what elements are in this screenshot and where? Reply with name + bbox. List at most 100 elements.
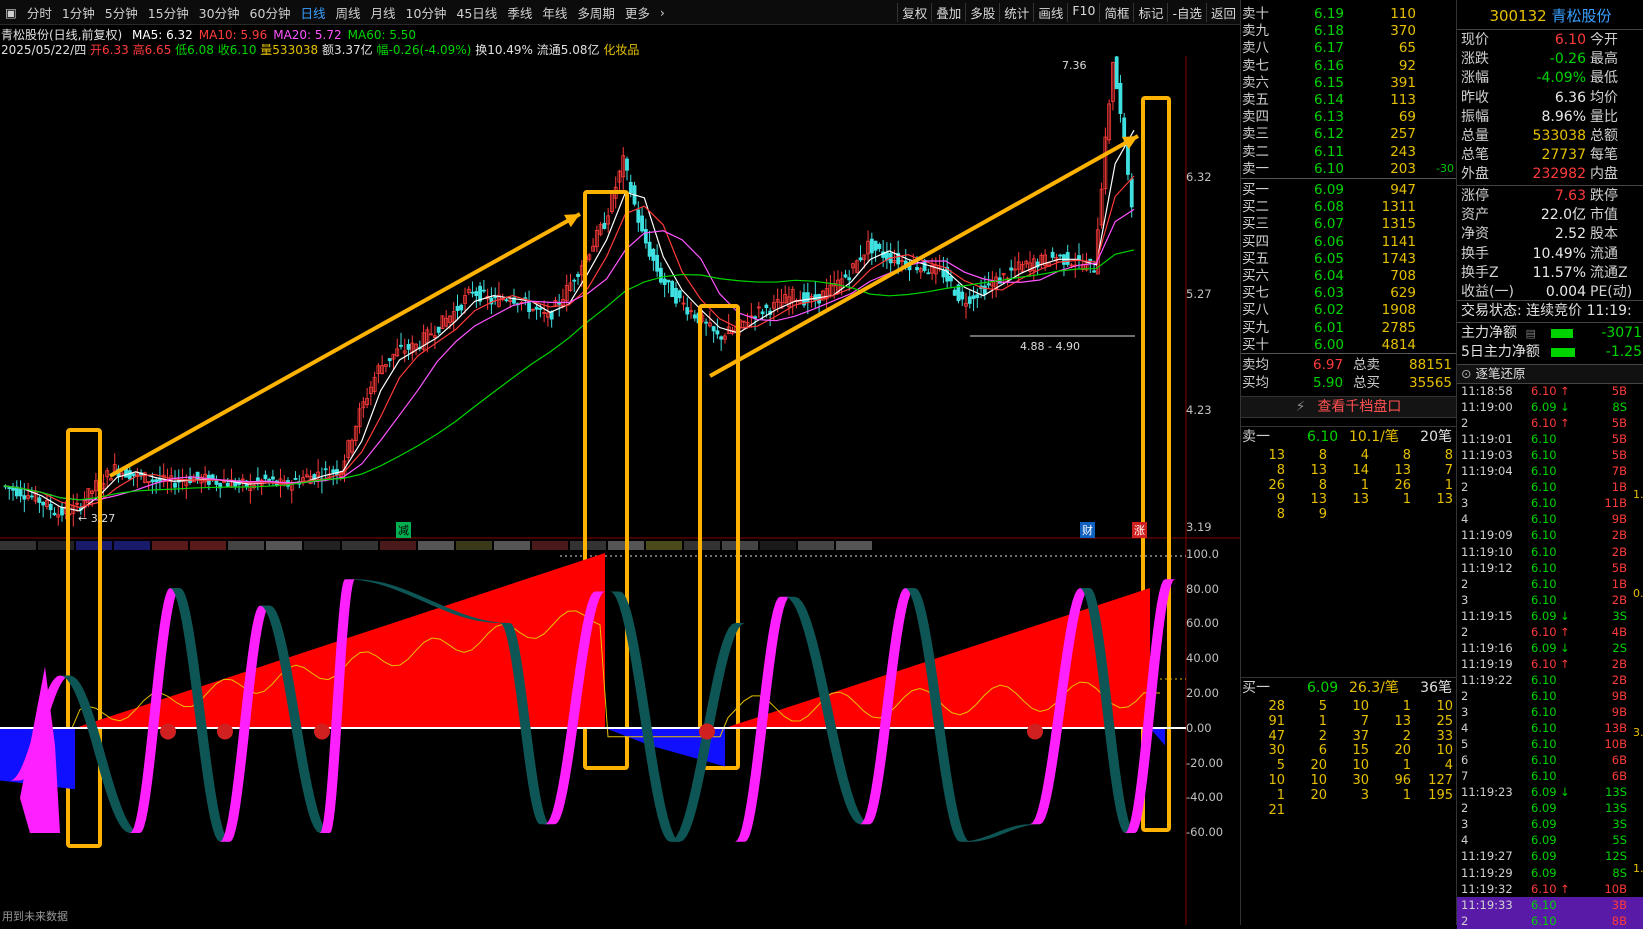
period-tab[interactable]: 季线 xyxy=(502,3,537,22)
tick-time: 11:19:23 xyxy=(1461,785,1513,800)
period-tab[interactable]: 10分钟 xyxy=(401,3,452,22)
tick-row[interactable]: 2 6.10 ↑ 4B xyxy=(1457,624,1643,640)
price-tick: 3.19 xyxy=(1186,520,1212,534)
tick-time: 11:19:22 xyxy=(1461,672,1513,687)
menu-small-icon[interactable]: ▤ xyxy=(1525,327,1535,340)
tick-row[interactable]: 11:19:09 6.10 2B xyxy=(1457,527,1643,543)
tick-row[interactable]: 2 6.09 13S xyxy=(1457,800,1643,816)
buy-level-row[interactable]: 买四 6.06 1141 xyxy=(1241,233,1456,251)
tool-button[interactable]: 复权 xyxy=(897,2,931,22)
sell-level-row[interactable]: 卖八 6.17 65 xyxy=(1241,39,1456,57)
buy-level-row[interactable]: 买十 6.00 4814 xyxy=(1241,336,1456,354)
buy-level-row[interactable]: 买八 6.02 1908 xyxy=(1241,301,1456,319)
tool-button[interactable]: 叠加 xyxy=(931,2,965,22)
tick-row[interactable]: 3 6.10 2B xyxy=(1457,592,1643,608)
tick-header[interactable]: ⊙ 逐笔还原 xyxy=(1457,364,1643,384)
sell-level-row[interactable]: 卖三 6.12 257 xyxy=(1241,125,1456,143)
period-tab[interactable]: 分时 xyxy=(22,3,57,22)
tick-row[interactable]: 11:19:33 6.10 3B xyxy=(1457,896,1643,913)
tick-row[interactable]: 2 6.10 1B xyxy=(1457,479,1643,495)
period-tab[interactable]: 多周期 xyxy=(572,3,620,22)
tick-row[interactable]: 11:19:29 6.09 8S xyxy=(1457,865,1643,881)
buy-level-row[interactable]: 买一 6.09 947 xyxy=(1241,181,1456,199)
period-tab[interactable]: 45日线 xyxy=(451,3,502,22)
sell-level-row[interactable]: 卖五 6.14 113 xyxy=(1241,91,1456,109)
tool-button[interactable]: 标记 xyxy=(1133,2,1167,22)
sell-level-row[interactable]: 卖九 6.18 370 xyxy=(1241,22,1456,40)
tick-row[interactable]: 5 6.10 10B xyxy=(1457,736,1643,752)
tick-row[interactable]: 11:19:19 6.10 ↑ 2B xyxy=(1457,656,1643,672)
badge-cai[interactable]: 财 xyxy=(1080,522,1095,538)
quote-row: 涨跌 -0.26 最高 xyxy=(1457,50,1643,69)
tick-row[interactable]: 11:19:00 6.09 ↓ 8S xyxy=(1457,399,1643,415)
tick-row[interactable]: 7 6.10 6B xyxy=(1457,768,1643,784)
badge-zhang[interactable]: 涨 xyxy=(1132,522,1147,538)
tick-time: 11:19:29 xyxy=(1461,865,1513,880)
badge-jian[interactable]: 减 xyxy=(396,522,411,538)
period-tab[interactable]: 15分钟 xyxy=(143,3,194,22)
tool-button[interactable]: -自选 xyxy=(1167,2,1206,22)
price-tick: 6.32 xyxy=(1186,170,1212,184)
tick-row[interactable]: 6 6.10 6B xyxy=(1457,752,1643,768)
period-tab[interactable]: 更多 xyxy=(620,3,655,22)
period-tab[interactable]: 5分钟 xyxy=(100,3,143,22)
tick-row[interactable]: 11:19:03 6.10 5B xyxy=(1457,447,1643,463)
bar-amount: 额3.37亿 xyxy=(321,43,373,57)
tick-row[interactable]: 11:19:01 6.10 5B xyxy=(1457,431,1643,447)
period-tab[interactable]: 1分钟 xyxy=(57,3,100,22)
period-tab[interactable]: 年线 xyxy=(537,3,572,22)
period-tab[interactable]: 月线 xyxy=(365,3,400,22)
tool-button[interactable]: F10 xyxy=(1067,2,1099,22)
buy-level-row[interactable]: 买五 6.05 1743 xyxy=(1241,250,1456,268)
collapse-icon[interactable]: ⊙ xyxy=(1461,366,1471,381)
menu-icon[interactable]: ▣ xyxy=(0,5,22,20)
tick-row[interactable]: 4 6.10 9B xyxy=(1457,511,1643,527)
tick-row[interactable]: 4 6.09 5S xyxy=(1457,832,1643,848)
highlight-box xyxy=(698,304,740,770)
tool-button[interactable]: 简框 xyxy=(1099,2,1133,22)
buy-level-row[interactable]: 买六 6.04 708 xyxy=(1241,267,1456,285)
buy-level-row[interactable]: 买九 6.01 2785 xyxy=(1241,319,1456,337)
queue-order: 21 xyxy=(1268,802,1285,818)
tick-row[interactable]: 11:19:15 6.09 ↓ 3S xyxy=(1457,608,1643,624)
period-tab[interactable]: 30分钟 xyxy=(194,3,245,22)
tool-button[interactable]: 画线 xyxy=(1033,2,1067,22)
tick-row[interactable]: 3 6.10 9B xyxy=(1457,704,1643,720)
buy-level-row[interactable]: 买三 6.07 1315 xyxy=(1241,215,1456,233)
sell-level-row[interactable]: 卖六 6.15 391 xyxy=(1241,74,1456,92)
chevron-right-icon[interactable]: › xyxy=(655,5,670,20)
buy-level-row[interactable]: 买二 6.08 1311 xyxy=(1241,198,1456,216)
tick-row[interactable]: 11:19:23 6.09 ↓ 13S xyxy=(1457,784,1643,800)
period-tab[interactable]: 日线 xyxy=(295,3,330,22)
sell-level-row[interactable]: 卖七 6.16 92 xyxy=(1241,57,1456,75)
tool-button[interactable]: 返回 xyxy=(1205,2,1240,22)
tick-row[interactable]: 3 6.09 3S xyxy=(1457,816,1643,832)
tick-row[interactable]: 2 6.10 ↑ 5B xyxy=(1457,415,1643,431)
tick-row[interactable]: 11:19:32 6.10 ↑ 10B xyxy=(1457,881,1643,897)
kline-chart[interactable] xyxy=(0,56,1240,925)
tick-row[interactable]: 2 6.10 8B xyxy=(1457,912,1643,929)
period-tab[interactable]: 周线 xyxy=(330,3,365,22)
tick-row[interactable]: 3 6.10 11B xyxy=(1457,495,1643,511)
tick-row[interactable]: 4 6.10 13B xyxy=(1457,720,1643,736)
sell-level-row[interactable]: 卖二 6.11 243 xyxy=(1241,143,1456,161)
buy-level-row[interactable]: 买七 6.03 629 xyxy=(1241,284,1456,302)
tool-button[interactable]: 统计 xyxy=(999,2,1033,22)
tick-row[interactable]: 2 6.10 9B xyxy=(1457,688,1643,704)
sell-level-row[interactable]: 卖四 6.13 69 xyxy=(1241,108,1456,126)
sell-level-row[interactable]: 卖一 6.10 203 -30 xyxy=(1241,160,1456,178)
tick-row[interactable]: 11:19:10 6.10 2B xyxy=(1457,544,1643,560)
tool-button[interactable]: 多股 xyxy=(965,2,999,22)
sell-level-row[interactable]: 卖十 6.19 110 xyxy=(1241,5,1456,23)
tick-row[interactable]: 11:19:27 6.09 12S xyxy=(1457,848,1643,864)
tick-row[interactable]: 11:19:04 6.10 7B xyxy=(1457,463,1643,479)
thousand-level-button[interactable]: ⚡ 查看千档盘口 xyxy=(1241,396,1456,418)
queue-order: 9 xyxy=(1318,507,1327,523)
tick-row[interactable]: 11:19:16 6.09 ↓ 2S xyxy=(1457,640,1643,656)
level-label: 买四 xyxy=(1242,233,1269,250)
tick-row[interactable]: 2 6.10 1B xyxy=(1457,576,1643,592)
tick-row[interactable]: 11:18:58 6.10 ↑ 5B xyxy=(1457,383,1643,399)
period-tab[interactable]: 60分钟 xyxy=(245,3,296,22)
tick-row[interactable]: 11:19:22 6.10 2B xyxy=(1457,672,1643,688)
tick-row[interactable]: 11:19:12 6.10 5B xyxy=(1457,560,1643,576)
